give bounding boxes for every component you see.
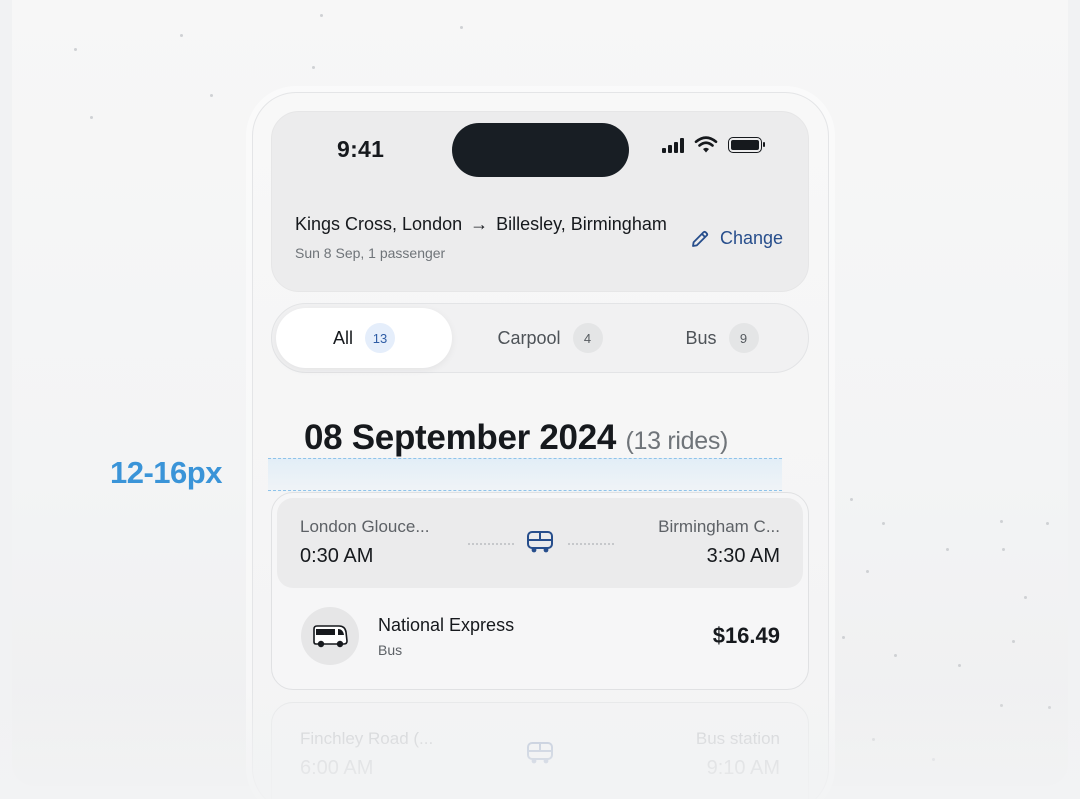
route-to: Billesley, Birmingham	[496, 214, 667, 234]
spacing-annotation: 12-16px	[110, 455, 222, 490]
battery-icon	[728, 137, 765, 153]
arrival-time: 9:10 AM	[706, 757, 780, 779]
dynamic-island	[452, 123, 629, 177]
status-time: 9:41	[337, 136, 385, 162]
operator-type: Bus	[378, 642, 403, 658]
results-date-heading: 08 September 2024 (13 rides)	[304, 418, 728, 458]
arrival-time: 3:30 AM	[706, 545, 780, 567]
change-button[interactable]: Change	[690, 228, 783, 249]
tab-all[interactable]: All 13	[276, 308, 452, 368]
operator-avatar	[301, 607, 359, 665]
pencil-icon	[692, 230, 709, 247]
coach-icon	[313, 625, 348, 648]
arrival-station: Bus station	[695, 729, 780, 748]
tab-bus-label: Bus	[685, 327, 717, 348]
trip-details: Sun 8 Sep, 1 passenger	[295, 245, 446, 261]
tab-all-count: 13	[365, 323, 395, 353]
tab-bus-count: 9	[728, 323, 759, 353]
departure-time: 0:30 AM	[300, 545, 374, 567]
tab-bus[interactable]: Bus 9	[634, 304, 810, 372]
route-summary: Kings Cross, London → Billesley, Birming…	[295, 214, 667, 235]
departure-time: 6:00 AM	[300, 757, 374, 779]
status-icons	[662, 136, 765, 154]
results-date: 08 September 2024	[304, 418, 617, 457]
departure-station: Finchley Road (...	[300, 729, 434, 748]
signal-icon	[662, 137, 684, 153]
results-count: (13 rides)	[625, 427, 729, 455]
route-connector-right	[568, 543, 614, 545]
route-connector-left	[468, 543, 514, 545]
wifi-icon	[694, 136, 718, 153]
arrival-station: Birmingham C...	[658, 517, 780, 536]
ride-price: $16.49	[712, 623, 780, 648]
spacing-guide-bottom	[268, 490, 782, 491]
ride-type-tabs: All 13 Carpool 4 Bus 9	[271, 303, 809, 373]
operator-name: National Express	[378, 615, 515, 635]
departure-station: London Glouce...	[300, 517, 430, 536]
route-from: Kings Cross, London	[295, 214, 463, 234]
spacing-guide-top	[268, 458, 782, 459]
arrow-right-icon: →	[470, 214, 489, 234]
tab-all-label: All	[332, 327, 353, 348]
tab-carpool-count: 4	[572, 323, 603, 353]
tab-carpool[interactable]: Carpool 4	[462, 304, 638, 372]
tab-carpool-label: Carpool	[497, 327, 561, 348]
change-label: Change	[720, 228, 784, 248]
bus-icon	[527, 742, 553, 764]
spacing-highlight	[268, 458, 782, 492]
bus-icon	[527, 531, 553, 553]
